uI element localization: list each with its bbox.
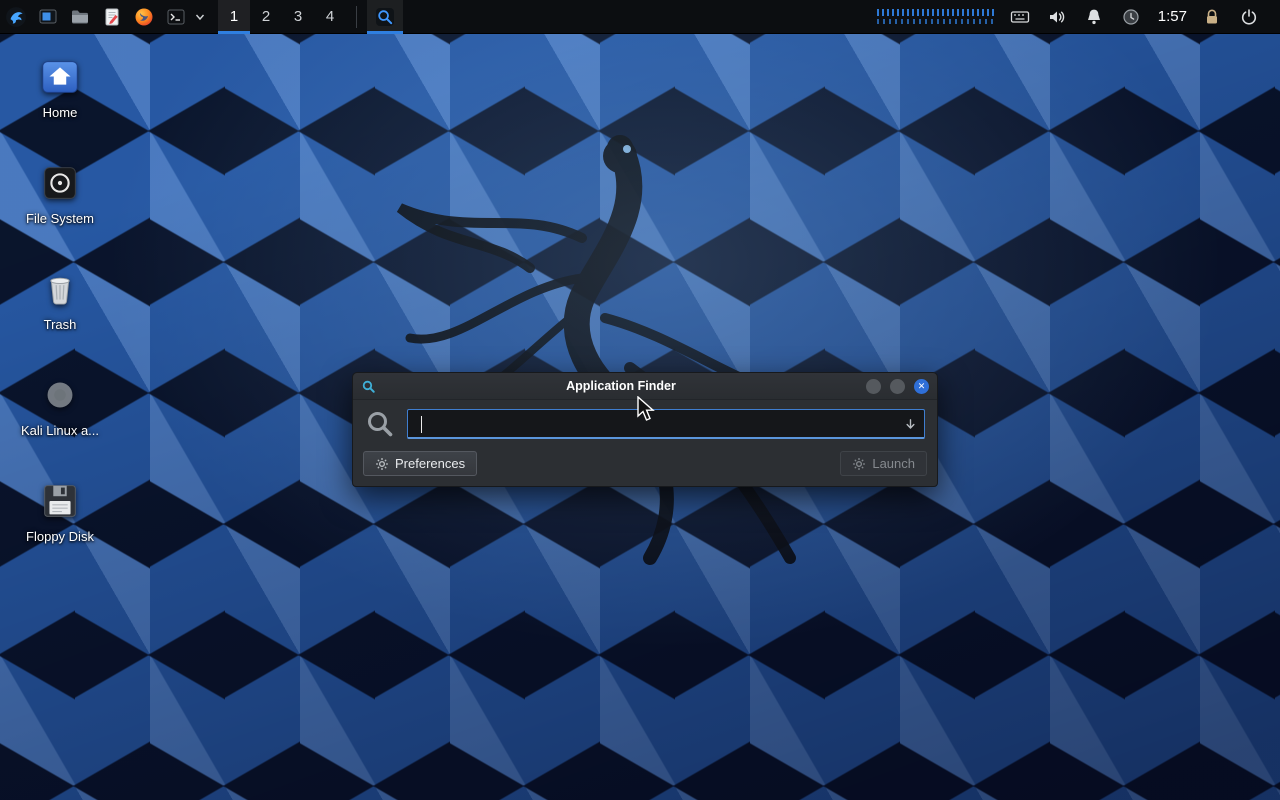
workspace-3[interactable]: 3	[282, 0, 314, 34]
visualizer-row	[877, 19, 995, 24]
dragon-head	[603, 139, 637, 173]
panel-right-group: 1:57	[877, 0, 1280, 33]
terminal-launcher[interactable]	[160, 0, 192, 34]
lock-screen-button[interactable]	[1201, 0, 1223, 34]
volume-button[interactable]	[1046, 0, 1068, 34]
text-editor-launcher[interactable]	[96, 0, 128, 34]
window-title: Application Finder	[382, 379, 860, 393]
window-switcher-launcher[interactable]	[32, 0, 64, 34]
kali-dragon-silhouette	[320, 88, 880, 568]
session-buttons	[1201, 0, 1260, 34]
window-icon	[38, 7, 58, 27]
desktop-icon-file-system[interactable]: File System	[12, 160, 108, 226]
keyboard-indicator[interactable]	[1009, 0, 1031, 34]
desktop-icon-floppy[interactable]: Floppy Disk	[12, 478, 108, 544]
desktop-icon-label: Trash	[44, 317, 77, 332]
desktop-icon-list: Home File System Trash Kali Linux a	[12, 54, 108, 544]
dialog-footer: Preferences Launch	[353, 446, 937, 486]
volume-icon	[1047, 7, 1067, 27]
notifications-button[interactable]	[1083, 0, 1105, 34]
launch-button[interactable]: Launch	[840, 451, 927, 476]
preferences-button[interactable]: Preferences	[363, 451, 477, 476]
workspace-pager: 1 2 3 4	[218, 0, 346, 34]
logout-icon	[1239, 7, 1259, 27]
gear-icon	[375, 457, 389, 471]
folder-icon	[70, 7, 90, 27]
mouse-cursor	[636, 396, 656, 424]
taskbar-application-finder[interactable]	[367, 0, 403, 34]
text-caret	[421, 416, 422, 433]
clock[interactable]: 1:57	[1158, 8, 1187, 25]
launch-label: Launch	[872, 456, 915, 471]
desktop-icon-trash[interactable]: Trash	[12, 266, 108, 332]
status-circle-icon	[1121, 7, 1141, 27]
workspace-2[interactable]: 2	[250, 0, 282, 34]
dragon-eye	[623, 145, 631, 153]
chevron-down-icon	[195, 12, 205, 22]
desktop-screen: 1 2 3 4	[0, 0, 1280, 800]
search-icon	[365, 409, 395, 439]
status-indicator[interactable]	[1120, 0, 1142, 34]
desktop-icon-kali-docs[interactable]: Kali Linux a...	[12, 372, 108, 438]
top-panel: 1 2 3 4	[0, 0, 1280, 34]
panel-separator	[356, 6, 357, 28]
logout-button[interactable]	[1238, 0, 1260, 34]
down-arrow-icon[interactable]	[904, 418, 917, 431]
file-system-icon	[37, 160, 83, 206]
minimize-button[interactable]	[866, 379, 881, 394]
workspace-1[interactable]: 1	[218, 0, 250, 34]
maximize-button[interactable]	[890, 379, 905, 394]
applications-menu-button[interactable]	[0, 0, 32, 34]
close-button[interactable]	[914, 379, 929, 394]
window-controls	[866, 379, 929, 394]
audio-visualizer	[877, 9, 995, 24]
firefox-icon	[134, 7, 154, 27]
file-manager-launcher[interactable]	[64, 0, 96, 34]
firefox-launcher[interactable]	[128, 0, 160, 34]
desktop-icon-label: Kali Linux a...	[21, 423, 99, 438]
panel-left-group: 1 2 3 4	[0, 0, 403, 33]
system-tray	[1009, 0, 1142, 34]
visualizer-row	[877, 9, 995, 16]
desktop-icon-home[interactable]: Home	[12, 54, 108, 120]
run-gear-icon	[852, 457, 866, 471]
terminal-dropdown-button[interactable]	[192, 0, 208, 34]
search-icon	[375, 7, 395, 27]
desktop-icon-label: Home	[43, 105, 78, 120]
terminal-icon	[166, 7, 186, 27]
home-folder-icon	[37, 54, 83, 100]
desktop-icon-label: File System	[26, 211, 94, 226]
desktop-icon-label: Floppy Disk	[26, 529, 94, 544]
search-icon	[361, 379, 376, 394]
keyboard-icon	[1010, 7, 1030, 27]
preferences-label: Preferences	[395, 456, 465, 471]
search-input[interactable]	[408, 410, 924, 437]
bell-icon	[1084, 7, 1104, 27]
trash-icon	[37, 266, 83, 312]
workspace-4[interactable]: 4	[314, 0, 346, 34]
floppy-disk-icon	[37, 478, 83, 524]
lock-icon	[1202, 7, 1222, 27]
application-finder-window: Application Finder	[352, 372, 938, 487]
kali-docs-icon	[37, 372, 83, 418]
document-pencil-icon	[102, 7, 122, 27]
kali-logo-icon	[5, 6, 27, 28]
search-combo	[407, 409, 925, 439]
